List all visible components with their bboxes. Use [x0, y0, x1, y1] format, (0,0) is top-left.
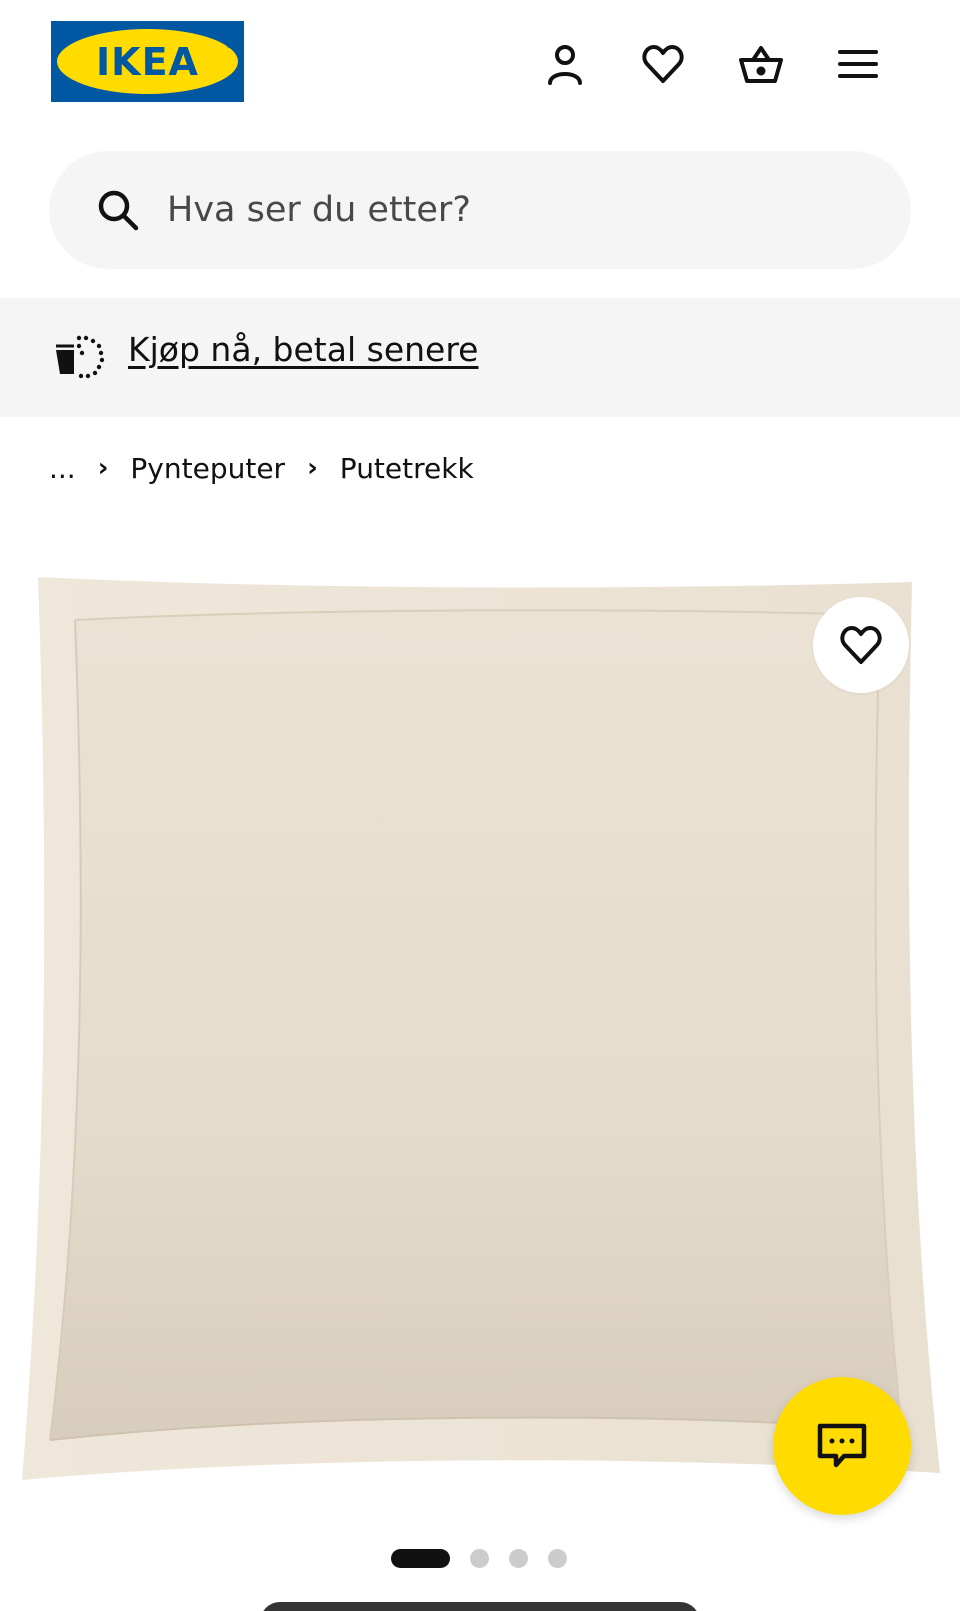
- search-icon[interactable]: [95, 187, 141, 233]
- carousel-dot[interactable]: [470, 1548, 489, 1568]
- image-carousel-indicator: [391, 1547, 567, 1569]
- search-input[interactable]: [167, 175, 867, 245]
- user-icon[interactable]: [537, 36, 593, 92]
- header: IKEA ®: [0, 0, 960, 130]
- carousel-dot-active[interactable]: [391, 1548, 450, 1568]
- menu-icon[interactable]: [830, 36, 886, 92]
- breadcrumb-item[interactable]: Pynteputer: [130, 452, 285, 485]
- cushion-cover-image[interactable]: [0, 560, 960, 1490]
- bottom-button-edge[interactable]: [260, 1602, 700, 1611]
- basket-icon[interactable]: [733, 36, 789, 92]
- ikea-logo[interactable]: IKEA ®: [51, 21, 244, 102]
- breadcrumb: ... › Pynteputer › Putetrekk: [49, 448, 474, 488]
- search-bar[interactable]: [49, 151, 911, 269]
- add-to-favourites-button[interactable]: [813, 597, 909, 693]
- chat-icon: [817, 1423, 867, 1468]
- breadcrumb-item[interactable]: Putetrekk: [340, 452, 474, 485]
- chevron-right-icon: ›: [307, 453, 318, 483]
- pay-later-link[interactable]: Kjøp nå, betal senere: [128, 330, 478, 369]
- pay-later-icon: [56, 335, 105, 379]
- carousel-dot[interactable]: [548, 1548, 567, 1568]
- heart-icon: [840, 626, 882, 664]
- pay-later-banner: Kjøp nå, betal senere: [0, 298, 960, 417]
- breadcrumb-ellipsis[interactable]: ...: [49, 452, 76, 485]
- chat-button[interactable]: [773, 1377, 911, 1515]
- carousel-dot[interactable]: [509, 1548, 528, 1568]
- logo-text: IKEA: [96, 39, 199, 84]
- heart-icon[interactable]: [635, 36, 691, 92]
- logo-registered-mark: ®: [225, 41, 234, 51]
- chevron-right-icon: ›: [97, 453, 109, 483]
